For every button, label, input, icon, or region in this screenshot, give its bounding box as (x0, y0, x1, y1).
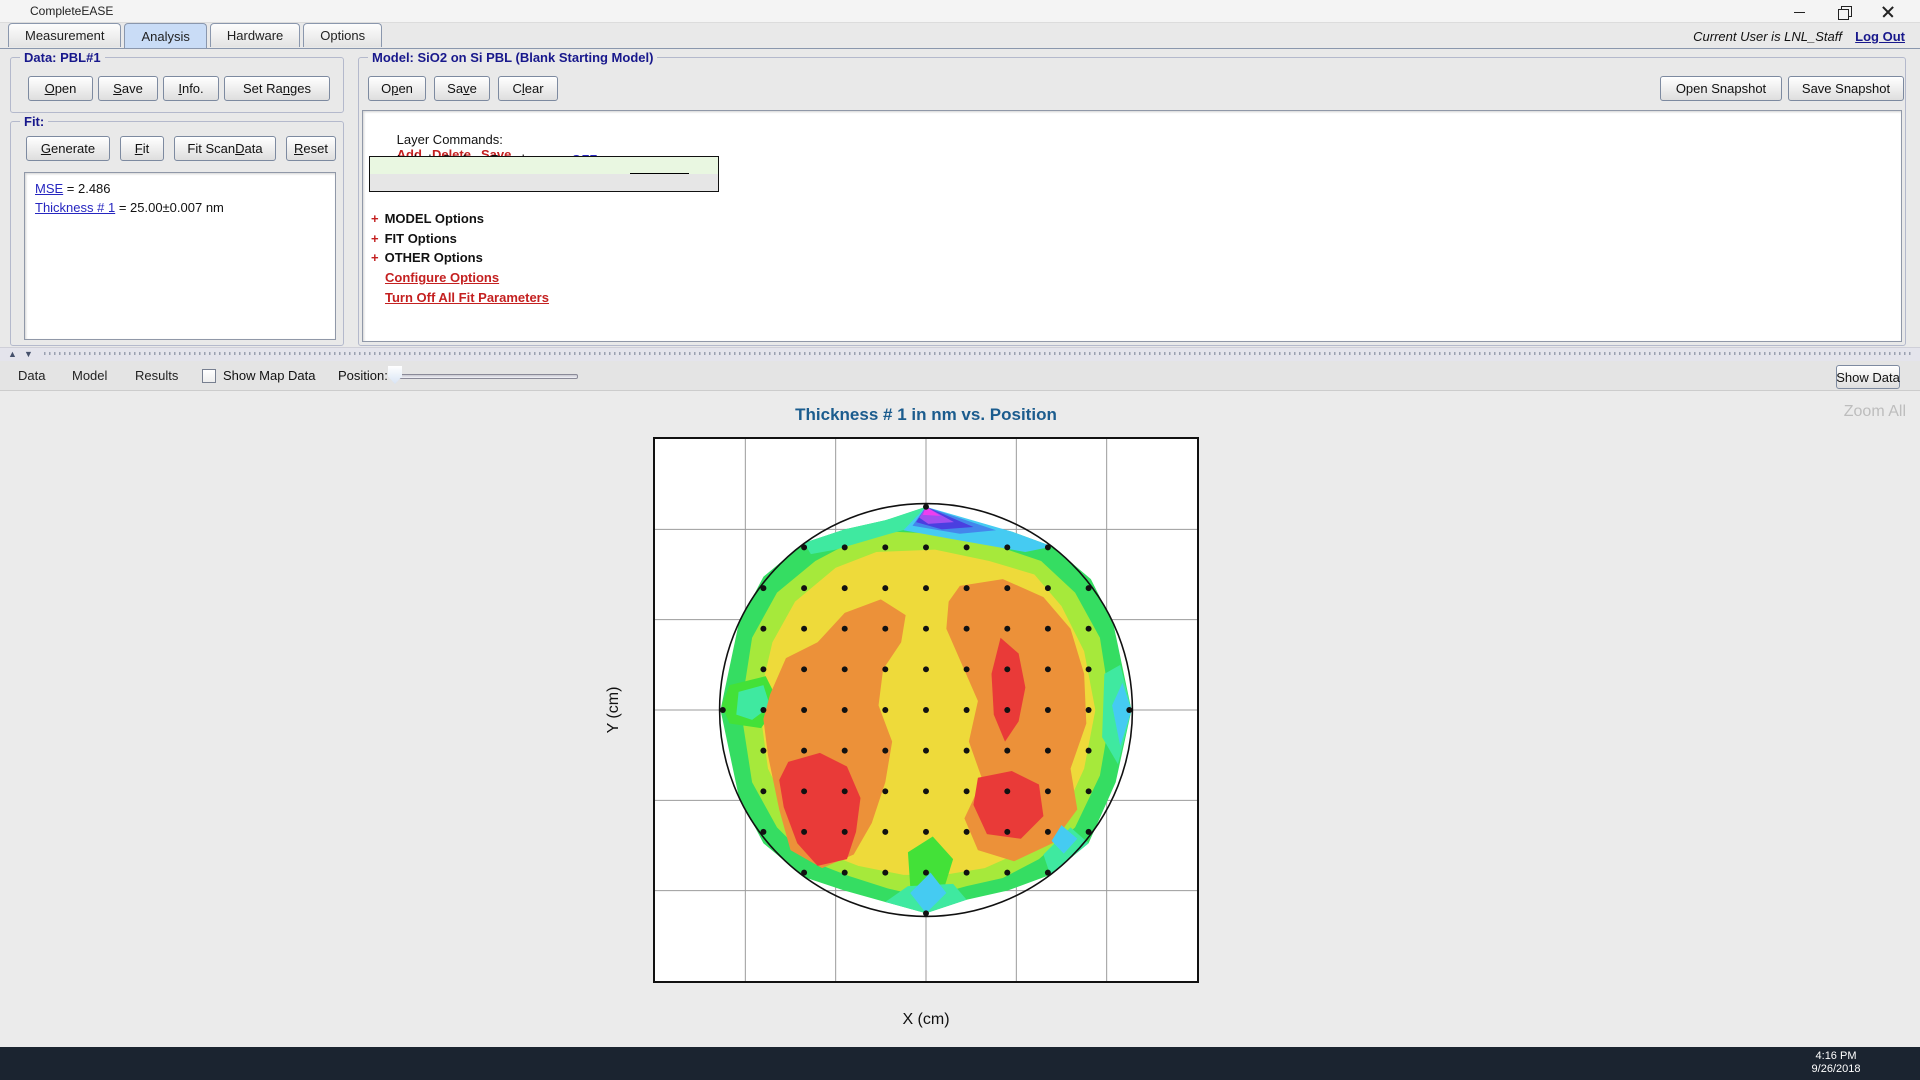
fit-parameter-value: = 2.486 (63, 181, 110, 196)
reset-button[interactable]: Reset (286, 136, 336, 161)
restore-button[interactable] (1822, 0, 1866, 23)
show-data-button[interactable]: Show Data (1836, 365, 1900, 389)
fit-parameter-link[interactable]: Thickness # 1 (35, 200, 115, 215)
option-group-line: + MODEL Options (371, 211, 484, 226)
open-model-button[interactable]: Open (368, 76, 426, 101)
splitter-grip[interactable] (44, 352, 1912, 355)
data-panel-title: Data: PBL#1 (20, 50, 105, 65)
zoom-all-label: Zoom All (1760, 403, 1906, 421)
close-icon (1880, 4, 1896, 20)
tray-time: 4:16 PM (1806, 1050, 1866, 1063)
option-group-line: + OTHER Options (371, 250, 483, 265)
graph-menu-model[interactable]: Model (72, 368, 107, 383)
title-bar: CompleteEASE (0, 0, 1920, 23)
main-tab-bar: MeasurementAnalysisHardwareOptions Curre… (0, 23, 1920, 49)
model-tree-box: Layer Commands: AddDeleteSave Include Su… (362, 110, 1902, 342)
main-content: Data: PBL#1 OpenSaveInfo.Set Ranges Fit:… (0, 49, 1920, 347)
collapse-down-icon[interactable]: ▼ (24, 349, 33, 359)
minimize-icon (1792, 4, 1808, 20)
x-axis-label: X (cm) (876, 1011, 976, 1029)
option-group-fit[interactable]: FIT Options (385, 231, 457, 246)
fit-button[interactable]: Fit (120, 136, 164, 161)
windows-taskbar: 4:16 PM 9/26/2018 (0, 1047, 1920, 1080)
graph-menu-data[interactable]: Data (18, 368, 45, 383)
current-user-label: Current User is LNL_Staff (1693, 29, 1842, 44)
tab-analysis[interactable]: Analysis (124, 23, 206, 48)
generate-button[interactable]: Generate (26, 136, 110, 161)
panel-splitter[interactable]: ▲ ▼ (0, 347, 1920, 361)
position-slider-track[interactable] (394, 374, 578, 379)
close-button[interactable] (1866, 0, 1910, 23)
option-group-other[interactable]: OTHER Options (385, 250, 483, 265)
logout-link[interactable]: Log Out (1855, 29, 1905, 44)
save-data-button[interactable]: Save (98, 76, 158, 101)
expand-plus-icon[interactable]: + (371, 231, 379, 246)
plot-title: Thickness # 1 in nm vs. Position (726, 405, 1126, 425)
fit-parameter-link[interactable]: MSE (35, 181, 63, 196)
graph-menu-bar: Data Model Results Show Map Data Position:… (0, 361, 1920, 391)
substrate-material-link[interactable]: Si_JAW (466, 190, 512, 192)
set-ranges-data-button[interactable]: Set Ranges (224, 76, 330, 101)
minimize-button[interactable] (1778, 0, 1822, 23)
wafer-map-plot[interactable] (653, 437, 1199, 983)
save-model-button[interactable]: Save (434, 76, 490, 101)
taskbar-clock[interactable]: 4:16 PM 9/26/2018 (1806, 1050, 1866, 1076)
position-label: Position: (338, 368, 388, 383)
open-data-button[interactable]: Open (28, 76, 93, 101)
fit-panel-title: Fit: (20, 114, 48, 129)
fit-result-line: Thickness # 1 = 25.00±0.007 nm (35, 198, 325, 217)
tray-date: 9/26/2018 (1806, 1063, 1866, 1076)
fit-parameter-value: = 25.00±0.007 nm (115, 200, 224, 215)
colorbar (1218, 437, 1239, 983)
tab-measurement[interactable]: Measurement (8, 23, 121, 47)
fit-scan-data-button[interactable]: Fit Scan Data (174, 136, 276, 161)
expand-plus-icon[interactable]: + (371, 211, 379, 226)
clear-model-button[interactable]: Clear (498, 76, 558, 101)
completeease-logo-icon (9, 3, 26, 20)
option-group-line: + FIT Options (371, 231, 457, 246)
tab-options[interactable]: Options (303, 23, 382, 47)
graph-panel: Data Model Results Show Map Data Position:… (0, 361, 1920, 1047)
save-snapshot-button[interactable]: Save Snapshot (1788, 76, 1904, 101)
fit-result-line: MSE = 2.486 (35, 179, 325, 198)
window-title: CompleteEASE (30, 4, 113, 18)
turn-off-all-fit-parameters-link[interactable]: Turn Off All Fit Parameters (385, 290, 549, 305)
wafer-map-canvas (655, 439, 1197, 981)
y-axis-label: Y (cm) (605, 675, 625, 745)
option-group-model[interactable]: MODEL Options (385, 211, 484, 226)
restore-icon (1836, 4, 1852, 20)
main-tabs: MeasurementAnalysisHardwareOptions (8, 23, 382, 48)
graph-menu-results[interactable]: Results (135, 368, 178, 383)
position-slider-thumb[interactable] (388, 366, 402, 384)
expand-plus-icon[interactable]: + (371, 250, 379, 265)
completeease-app: { "colors": { "link_blue": "#2626c0", "l… (0, 0, 1920, 1080)
action-line: Turn Off All Fit Parameters (385, 290, 549, 305)
configure-options-link[interactable]: Configure Options (385, 270, 499, 285)
substrate-label: Substrate = (396, 190, 466, 192)
tab-hardware[interactable]: Hardware (210, 23, 300, 47)
model-panel-title: Model: SiO2 on Si PBL (Blank Starting Mo… (368, 50, 657, 65)
open-snapshot-button[interactable]: Open Snapshot (1660, 76, 1782, 101)
action-line: Configure Options (385, 270, 499, 285)
fit-results-box: MSE = 2.486Thickness # 1 = 25.00±0.007 n… (24, 172, 336, 340)
layer-row: Layer # 1 = SiO2_JAW Thickness # 1 = 25.… (369, 156, 719, 175)
substrate-row: Substrate = Si_JAW (369, 174, 719, 192)
collapse-up-icon[interactable]: ▲ (8, 349, 17, 359)
show-map-data-checkbox[interactable] (202, 369, 216, 383)
show-map-data-label: Show Map Data (223, 368, 316, 383)
info--data-button[interactable]: Info. (163, 76, 219, 101)
